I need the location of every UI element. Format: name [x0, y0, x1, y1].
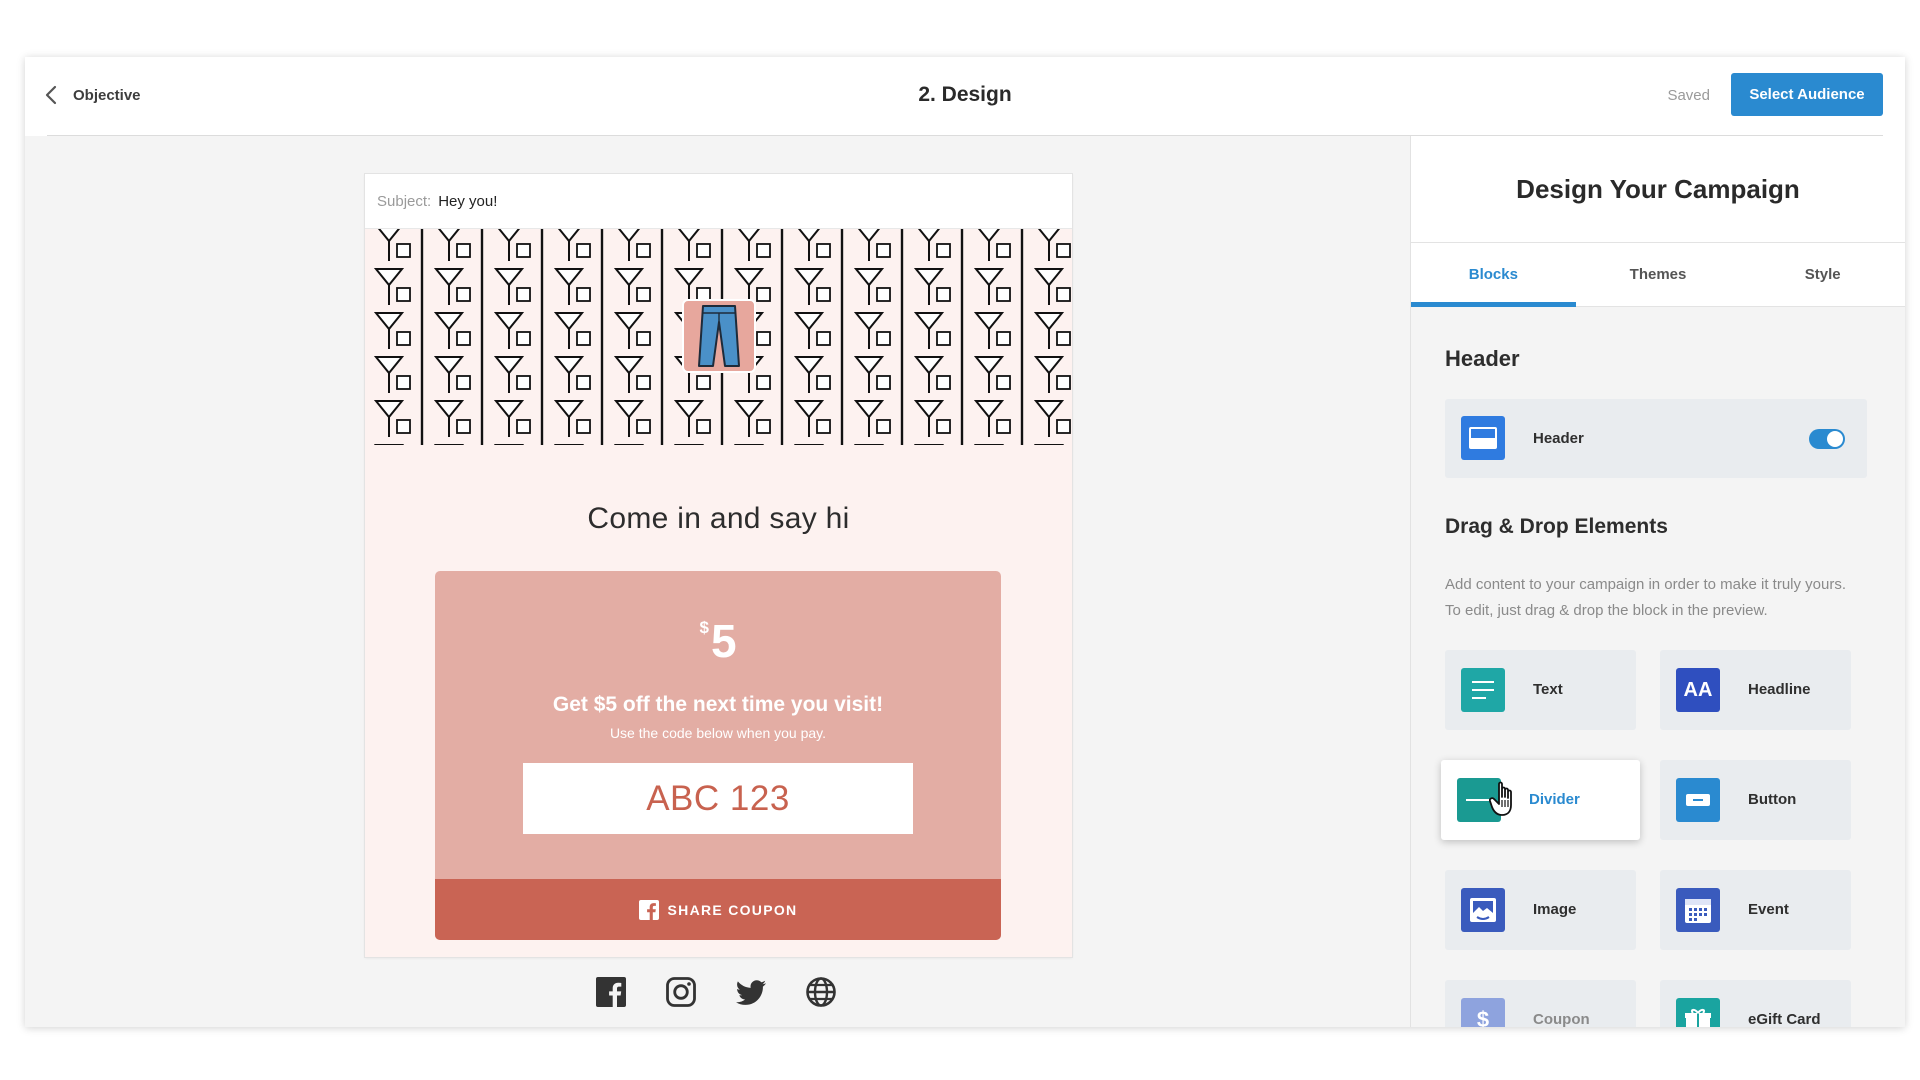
- subject-label: Subject:: [377, 192, 432, 210]
- calendar-icon: [1676, 888, 1720, 932]
- share-coupon-label: SHARE COUPON: [667, 901, 798, 918]
- element-coupon[interactable]: $ Coupon: [1445, 980, 1636, 1027]
- element-divider[interactable]: Divider: [1441, 760, 1640, 840]
- globe-icon[interactable]: [805, 976, 837, 1008]
- facebook-icon: [638, 899, 659, 920]
- subject-value: Hey you!: [438, 192, 498, 210]
- email-preview: Subject: Hey you! Come in and say hi $5 …: [365, 174, 1072, 957]
- header-banner[interactable]: [365, 229, 1072, 445]
- tab-blocks[interactable]: Blocks: [1411, 243, 1576, 307]
- jeans-icon: [698, 305, 740, 367]
- gift-icon: [1676, 998, 1720, 1027]
- header-card-label: Header: [1533, 430, 1584, 447]
- facebook-icon[interactable]: [595, 976, 627, 1008]
- button-icon: [1676, 778, 1720, 822]
- hand-cursor-icon: [1489, 781, 1512, 816]
- element-button[interactable]: Button: [1660, 760, 1851, 840]
- tab-themes[interactable]: Themes: [1576, 243, 1741, 306]
- drag-drop-description: Add content to your campaign in order to…: [1445, 576, 1847, 619]
- element-headline[interactable]: AA Headline: [1660, 650, 1851, 730]
- back-label: Objective: [73, 86, 141, 104]
- coupon-code: ABC 123: [523, 763, 913, 834]
- element-event[interactable]: Event: [1660, 870, 1851, 950]
- panel-tabs: Blocks Themes Style: [1411, 243, 1905, 307]
- amount-value: 5: [710, 615, 737, 667]
- coupon-amount: $5: [435, 614, 1001, 668]
- back-to-objective-link[interactable]: Objective: [45, 75, 141, 115]
- app-window: Objective 2. Design Saved Select Audienc…: [25, 57, 1905, 1027]
- element-text[interactable]: Text: [1445, 650, 1636, 730]
- header-block-card[interactable]: Header: [1445, 399, 1867, 478]
- top-bar: Objective 2. Design Saved Select Audienc…: [25, 57, 1905, 136]
- coupon-instructions: Use the code below when you pay.: [609, 725, 827, 741]
- chevron-left-icon: [45, 85, 57, 105]
- twitter-icon[interactable]: [735, 976, 767, 1008]
- element-label: Text: [1533, 681, 1563, 698]
- currency-symbol: $: [699, 618, 709, 637]
- design-panel: Design Your Campaign Blocks Themes Style…: [1410, 136, 1905, 1027]
- element-label: Headline: [1748, 681, 1811, 698]
- panel-title: Design Your Campaign: [1411, 136, 1905, 243]
- element-label: Button: [1748, 791, 1797, 808]
- header-block-icon: [1461, 416, 1505, 460]
- element-label: Event: [1748, 901, 1789, 918]
- logo-tile: [682, 299, 756, 373]
- email-preview-area: Subject: Hey you! Come in and say hi $5 …: [25, 136, 1410, 1027]
- element-label: eGift Card: [1748, 1011, 1821, 1027]
- tab-style[interactable]: Style: [1740, 243, 1905, 306]
- text-lines-icon: [1461, 668, 1505, 712]
- element-label: Image: [1533, 901, 1577, 918]
- aa-icon: AA: [1676, 668, 1720, 712]
- drag-drop-title: Drag & Drop Elements: [1445, 515, 1668, 538]
- page-title: 2. Design: [918, 83, 1012, 106]
- social-links: [595, 976, 837, 1008]
- element-label: Divider: [1529, 791, 1580, 808]
- element-image[interactable]: Image: [1445, 870, 1636, 950]
- subject-line[interactable]: Subject: Hey you!: [365, 174, 1072, 229]
- email-headline[interactable]: Come in and say hi: [365, 502, 1072, 536]
- saved-status: Saved: [1667, 87, 1710, 104]
- element-egift-card[interactable]: eGift Card: [1660, 980, 1851, 1027]
- coupon-block[interactable]: $5 Get $5 off the next time you visit! U…: [435, 571, 1001, 940]
- coupon-offer: Get $5 off the next time you visit!: [552, 693, 884, 716]
- image-icon: [1461, 888, 1505, 932]
- header-section-title: Header: [1445, 346, 1520, 371]
- coupon-icon: $: [1461, 998, 1505, 1027]
- share-coupon-button[interactable]: SHARE COUPON: [435, 879, 1001, 940]
- instagram-icon[interactable]: [665, 976, 697, 1008]
- header-toggle[interactable]: [1809, 429, 1845, 449]
- select-audience-button[interactable]: Select Audience: [1731, 73, 1883, 116]
- element-label: Coupon: [1533, 1011, 1590, 1027]
